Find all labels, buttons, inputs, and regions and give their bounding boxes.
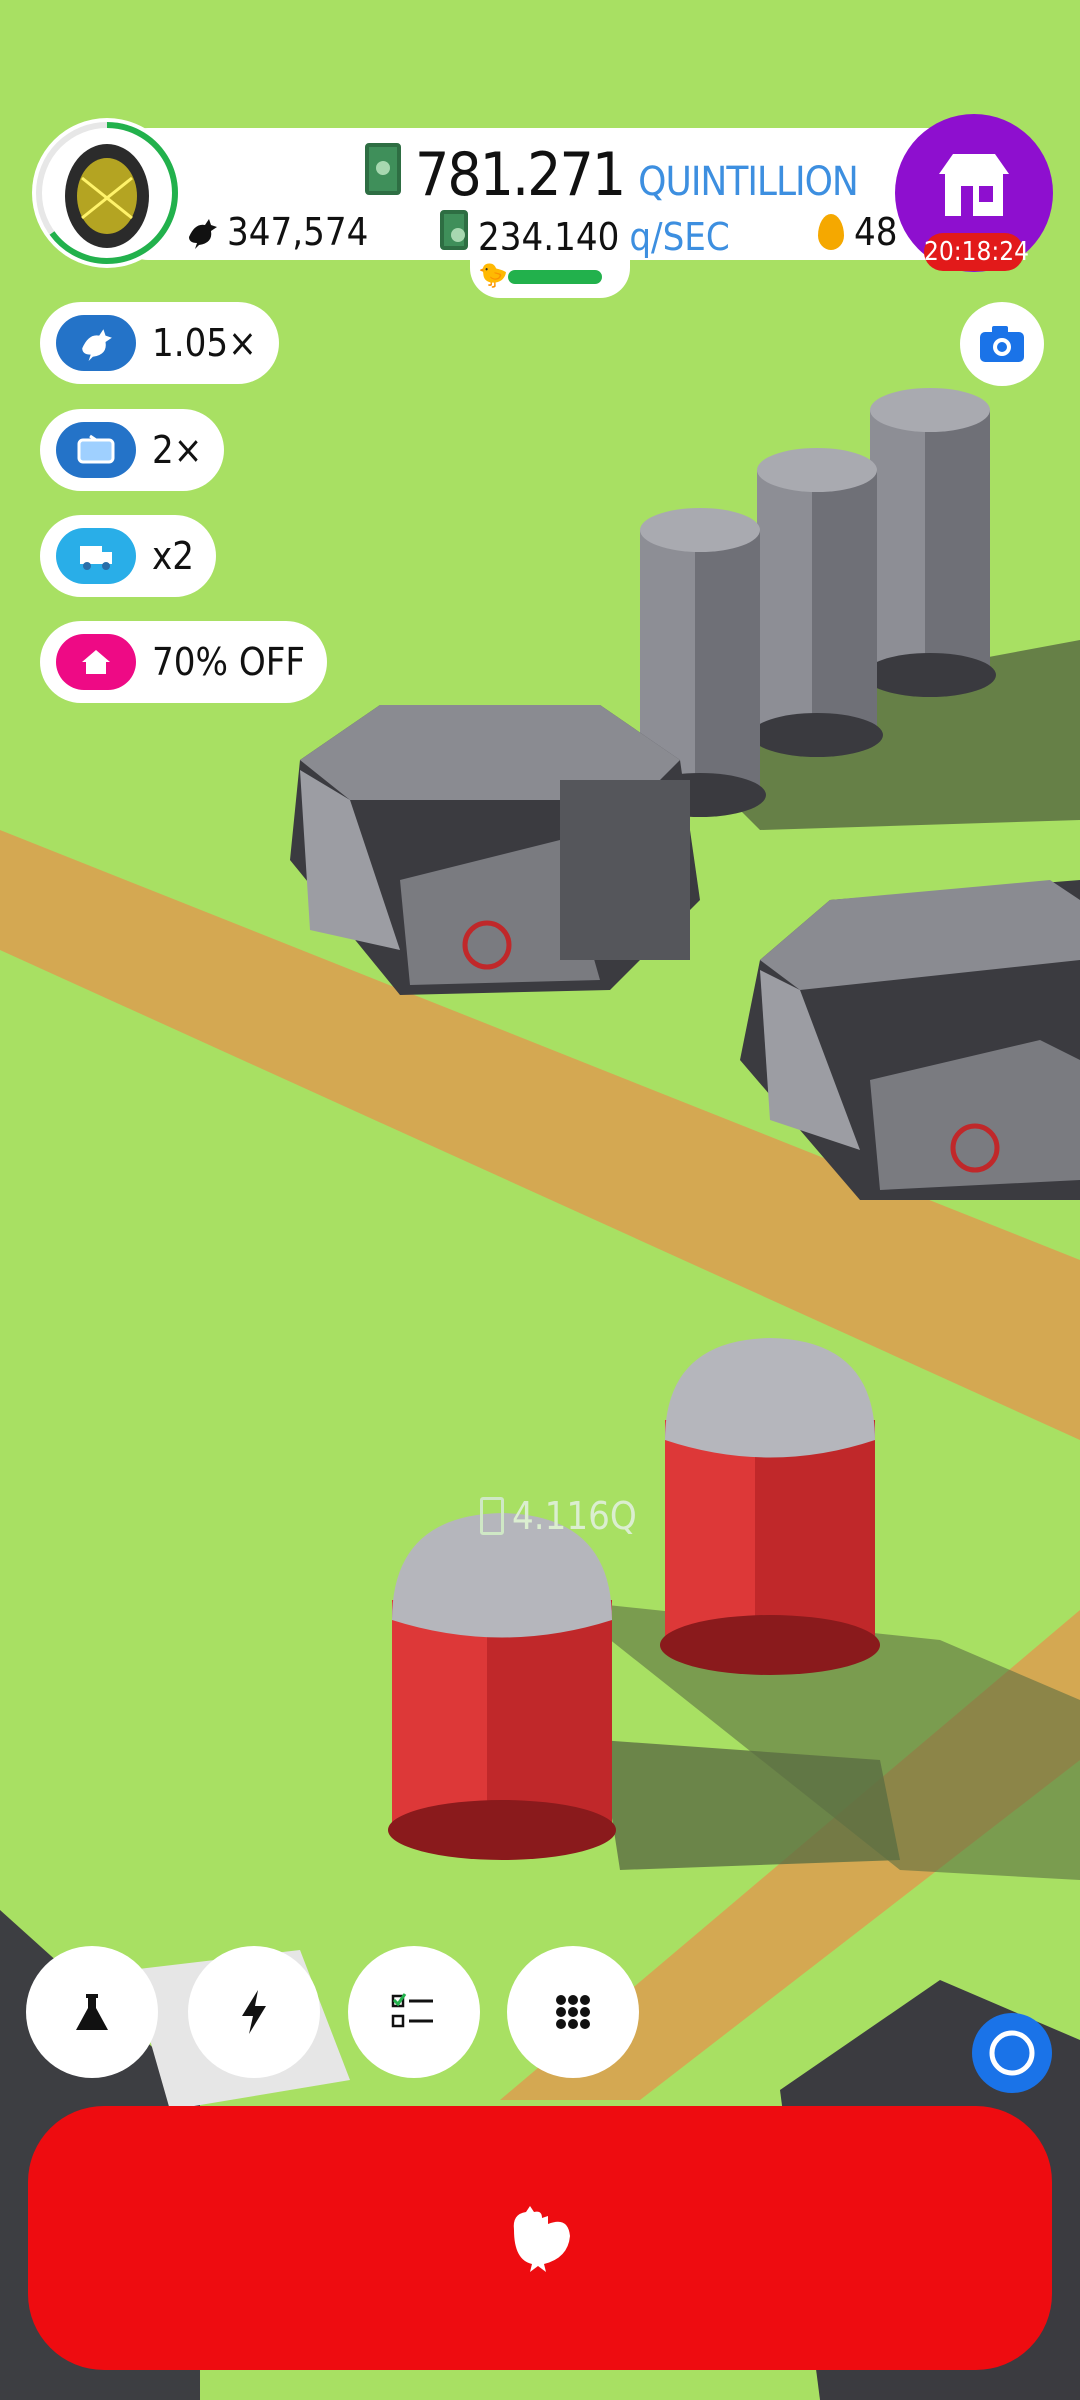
chicken-count: 347,574 xyxy=(185,210,368,254)
circle-icon xyxy=(989,2030,1035,2076)
golden-egg-count[interactable]: 48 xyxy=(818,210,898,254)
rate-unit: q/SEC xyxy=(629,215,730,259)
cash-icon xyxy=(480,1497,504,1535)
tv-icon xyxy=(56,422,136,478)
golden-egg-value: 48 xyxy=(854,210,898,254)
floating-earnings-value: 4.116Q xyxy=(512,1494,637,1538)
red-silo-2 xyxy=(388,1513,616,1860)
boost-lightning-icon xyxy=(242,1990,266,2034)
chicken-icon xyxy=(189,219,217,249)
research-button[interactable] xyxy=(26,1946,158,2078)
boost-label: 2× xyxy=(152,428,203,472)
boost-discount[interactable]: 70% OFF xyxy=(40,621,328,703)
camera-icon xyxy=(980,326,1024,362)
boost-label: 70% OFF xyxy=(152,640,306,684)
boost-label: 1.05× xyxy=(152,321,257,365)
shop-timer: 20:18:24 xyxy=(924,233,1029,271)
menu-grid-icon xyxy=(556,1995,590,2029)
silo-tower-1 xyxy=(864,388,996,697)
house-icon xyxy=(56,634,136,690)
golden-egg-icon xyxy=(818,214,844,250)
chick-icon: 🐤 xyxy=(478,261,508,289)
cash-icon xyxy=(365,143,401,195)
boost-label: x2 xyxy=(152,534,194,578)
egg-badge[interactable] xyxy=(32,118,182,268)
silo-tower-2 xyxy=(751,448,883,757)
camera-button[interactable] xyxy=(960,302,1044,386)
truck-icon xyxy=(56,528,136,584)
money-display: 781.271 QUINTILLION xyxy=(365,140,859,210)
research-flask-icon xyxy=(76,1994,108,2030)
red-silo-1 xyxy=(660,1338,880,1675)
floating-earnings: 4.116Q xyxy=(480,1494,637,1538)
cash-icon xyxy=(440,210,468,250)
boost-video-multiplier[interactable]: 2× xyxy=(40,409,225,491)
money-unit: QUINTILLION xyxy=(638,159,859,205)
menu-button[interactable] xyxy=(507,1946,639,2078)
overlay-button[interactable] xyxy=(972,2013,1052,2093)
chicken-icon xyxy=(56,315,136,371)
chicken-icon xyxy=(513,2206,570,2272)
hab-capacity-bar xyxy=(508,270,602,284)
boosts-button[interactable] xyxy=(188,1946,320,2078)
missions-button[interactable] xyxy=(348,1946,480,2078)
boost-chicken-multiplier[interactable]: 1.05× xyxy=(40,302,279,384)
chicken-count-value: 347,574 xyxy=(227,210,369,254)
boost-shipping[interactable]: x2 xyxy=(40,515,216,597)
egg-progress-icon xyxy=(36,122,178,264)
missions-checklist-icon xyxy=(391,1993,433,2028)
hatch-chicken-button[interactable] xyxy=(28,2106,1052,2370)
money-value: 781.271 xyxy=(415,140,626,210)
